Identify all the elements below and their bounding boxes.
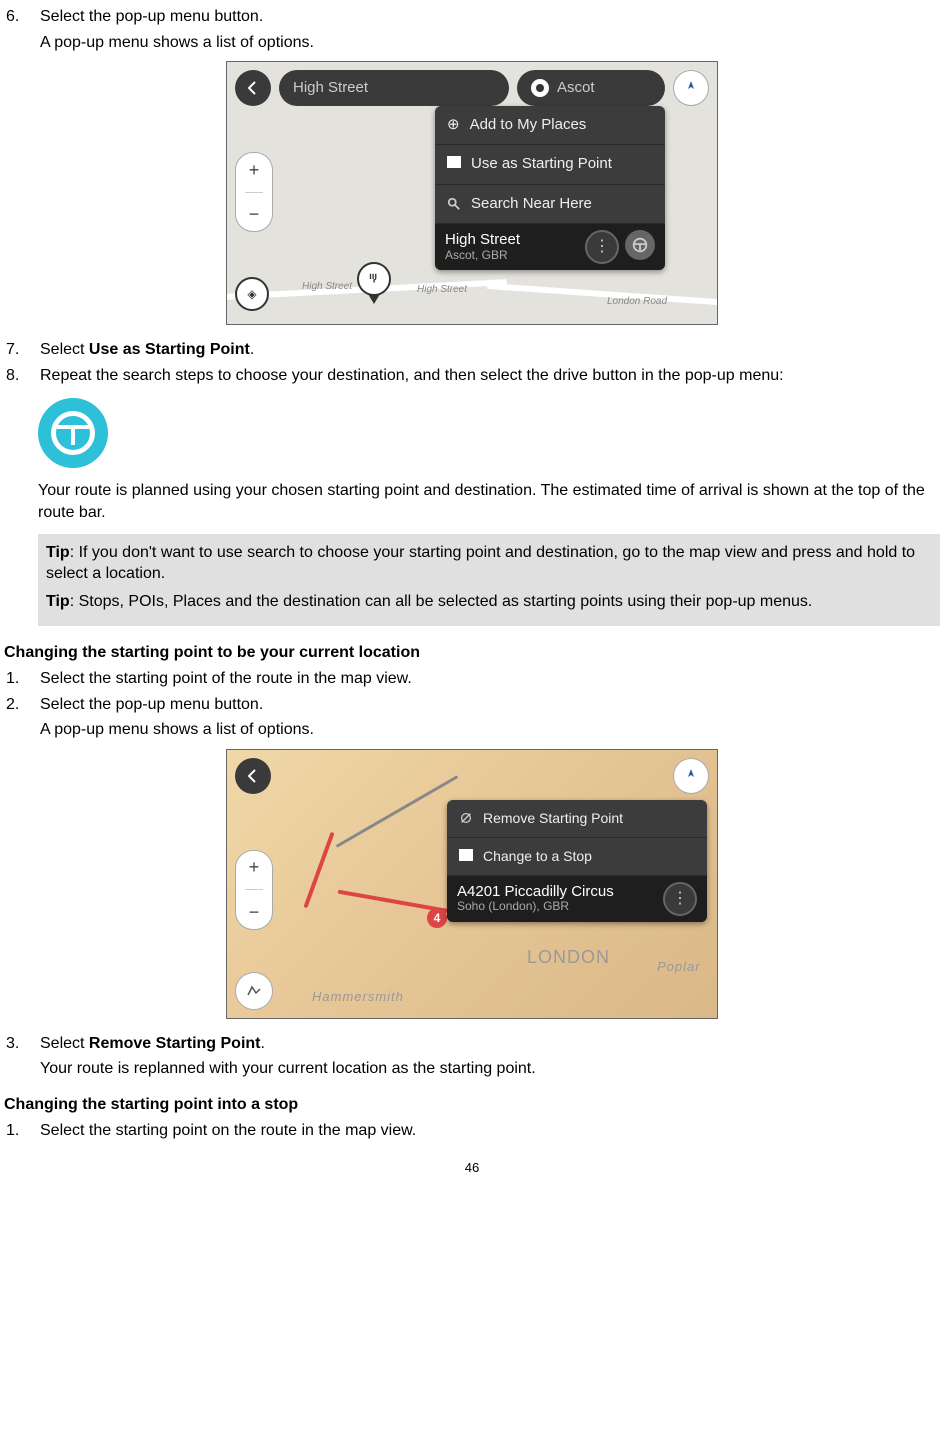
popup-subtitle: Ascot, GBR [445,249,520,262]
route-badge: 4 [427,908,447,928]
back-button[interactable] [235,70,271,106]
step-8: 8. Repeat the search steps to choose you… [4,365,940,387]
compass-button[interactable] [673,758,709,794]
menu-item-search-near[interactable]: Search Near Here [435,185,665,224]
drive-button-large[interactable] [38,398,108,468]
flag-icon [447,154,461,174]
zoom-control[interactable]: + − [235,152,273,232]
search-icon [447,197,461,211]
step-text: Select the starting point of the route i… [40,668,940,690]
zoom-out-icon[interactable]: − [249,202,260,226]
step-text: A pop-up menu shows a list of options. [40,719,940,741]
popup-title: High Street [445,232,520,249]
step-number: 1. [4,1120,40,1142]
zoom-in-icon[interactable]: + [249,158,260,182]
zoom-out-icon[interactable]: − [249,900,260,924]
step-text: Select [40,341,89,358]
popup-subtitle: Soho (London), GBR [457,900,614,913]
popup-footer: A4201 Piccadilly Circus Soho (London), G… [447,876,707,922]
menu-item-change-stop[interactable]: Change to a Stop [447,838,707,876]
step-bold: Remove Starting Point [89,1035,261,1052]
popup-title: A4201 Piccadilly Circus [457,884,614,901]
step-number: 2. [4,694,40,741]
menu-item-add-places[interactable]: ⊕ Add to My Places [435,106,665,145]
city-label: LONDON [527,945,610,969]
road-label: High Street [417,283,467,297]
zoom-in-icon[interactable]: + [249,855,260,879]
popup-menu: ⊕ Add to My Places Use as Starting Point… [435,106,665,270]
compass-button[interactable] [673,70,709,106]
menu-item-remove-start[interactable]: Remove Starting Point [447,800,707,838]
step-7: 7. Select Use as Starting Point. [4,339,940,361]
search-field-left[interactable]: High Street [279,70,509,106]
step-text: Select the starting point on the route i… [40,1120,940,1142]
step-text: A pop-up menu shows a list of options. [40,32,940,54]
page-number: 46 [4,1159,940,1177]
map-pin-icon [531,79,549,97]
step-number: 3. [4,1033,40,1080]
figure-popup-menu-1: High Street High Street London Road High… [226,61,718,325]
flag-icon [459,847,473,866]
step-bold: Use as Starting Point [89,341,250,358]
tip-text: : Stops, POIs, Places and the destinatio… [70,593,813,610]
road-label: High Street [302,280,352,294]
section-heading: Changing the starting point into a stop [4,1094,940,1116]
step-1: 1. Select the starting point of the rout… [4,668,940,690]
step-number: 1. [4,668,40,690]
poi-marker[interactable]: ◈ [235,277,269,311]
tip-text: : If you don't want to use search to cho… [46,544,915,583]
step-text: Select the pop-up menu button. [40,6,940,28]
city-label: Hammersmith [312,988,404,1006]
popup-menu: Remove Starting Point Change to a Stop A… [447,800,707,922]
step-text: Repeat the search steps to choose your d… [40,365,940,387]
step-2: 2. Select the pop-up menu button. A pop-… [4,694,940,741]
step-number: 8. [4,365,40,387]
road-label: London Road [607,295,667,309]
poi-marker-restaurant[interactable] [357,262,391,296]
step-6: 6. Select the pop-up menu button. A pop-… [4,6,940,53]
back-button[interactable] [235,758,271,794]
steering-wheel-icon [51,411,95,455]
zoom-control[interactable]: + − [235,850,273,930]
step-number: 7. [4,339,40,361]
step-text: . [250,341,254,358]
remove-icon [459,811,473,825]
more-button[interactable]: ⋮ [585,230,619,264]
step-text: Select the pop-up menu button. [40,694,940,716]
menu-item-starting-point[interactable]: Use as Starting Point [435,145,665,184]
tip-label: Tip [46,593,70,610]
section-heading: Changing the starting point to be your c… [4,642,940,664]
city-label: Poplar [657,958,701,976]
step-text: . [261,1035,265,1052]
plus-icon: ⊕ [447,115,460,135]
search-field-right[interactable]: Ascot [517,70,665,106]
view-toggle-button[interactable] [235,972,273,1010]
step-text: Select [40,1035,89,1052]
step-text: Your route is planned using your chosen … [38,480,940,523]
figure-popup-menu-2: LONDON Hammersmith Poplar 4 + − Remove S… [226,749,718,1019]
more-button[interactable]: ⋮ [663,882,697,916]
step-text: Your route is replanned with your curren… [40,1058,940,1080]
step-3: 3. Select Remove Starting Point. Your ro… [4,1033,940,1080]
step-1b: 1. Select the starting point on the rout… [4,1120,940,1142]
tip-box: Tip: If you don't want to use search to … [38,534,940,627]
popup-footer: High Street Ascot, GBR ⋮ [435,224,665,270]
step-number: 6. [4,6,40,53]
drive-button[interactable] [625,230,655,260]
tip-label: Tip [46,544,70,561]
